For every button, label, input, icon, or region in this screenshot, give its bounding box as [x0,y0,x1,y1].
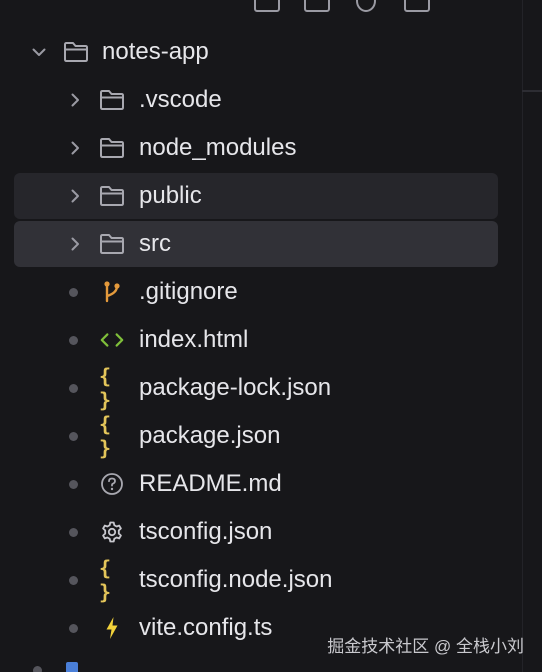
tree-folder-vscode[interactable]: .vscode [0,76,522,124]
tree-item-label: notes-app [102,38,209,65]
file-dot [69,431,78,441]
tree-item-label: .vscode [139,86,222,113]
tree-file-tsconfig-json[interactable]: tsconfig.json [0,508,522,556]
json-braces-icon: { } [99,364,113,412]
folder-open-icon [63,40,89,64]
toolbar-icon[interactable] [304,0,330,12]
file-dot [69,623,78,633]
tree-item-label: .gitignore [139,278,238,305]
tree-item-label: vite.config.ts [139,614,273,641]
tree-file-package-json[interactable]: { } package.json [0,412,522,460]
toolbar-icon[interactable] [404,0,430,12]
tree-item-label: public [139,182,202,209]
html-code-icon [99,328,125,352]
tree-folder-src[interactable]: src [0,220,522,268]
json-braces-icon: { } [99,412,113,460]
chevron-right-icon[interactable] [66,187,84,205]
watermark: 掘金技术社区 @ 全栈小刘 [327,637,524,656]
file-dot [69,287,78,297]
file-dot [33,666,42,672]
chevron-down-icon[interactable] [30,43,48,61]
folder-icon [99,184,125,208]
file-dot [69,383,78,393]
tree-item-label: node_modules [139,134,297,161]
tree-item-label: tsconfig.node.json [139,566,333,593]
tree-item-label: package.json [139,422,281,449]
chevron-right-icon[interactable] [66,91,84,109]
json-braces-icon: { } [99,556,113,604]
chevron-right-icon[interactable] [66,235,84,253]
tree-file-tsconfig-node-json[interactable]: { } tsconfig.node.json [0,556,522,604]
folder-icon [99,136,125,160]
top-toolbar-fragment [0,0,542,16]
tree-file-gitignore[interactable]: .gitignore [0,268,522,316]
tree-file-package-lock-json[interactable]: { } package-lock.json [0,364,522,412]
toolbar-icon[interactable] [356,0,376,12]
file-explorer-tree: notes-app .vscode node_modules public sr… [0,28,522,652]
tree-item-label: src [139,230,171,257]
toolbar-icon[interactable] [254,0,280,12]
folder-icon [99,88,125,112]
file-dot [69,479,78,489]
editor-divider [522,0,523,672]
file-dot [69,527,78,537]
folder-icon [99,232,125,256]
next-row-fragment [0,660,542,672]
tree-folder-public[interactable]: public [0,172,522,220]
tree-item-label: tsconfig.json [139,518,273,545]
markdown-file-icon [66,662,78,672]
question-circle-icon [99,472,125,496]
tree-item-label: README.md [139,470,282,497]
file-dot [69,575,78,585]
tree-file-readme[interactable]: README.md [0,460,522,508]
lightning-icon [99,616,125,640]
tree-item-label: index.html [139,326,249,353]
gear-icon [99,520,125,544]
tree-folder-node-modules[interactable]: node_modules [0,124,522,172]
git-branch-icon [99,280,125,304]
tree-root-folder[interactable]: notes-app [0,28,522,76]
file-dot [69,335,78,345]
editor-edge-mark [522,90,542,92]
tree-file-index-html[interactable]: index.html [0,316,522,364]
tree-item-label: package-lock.json [139,374,332,401]
chevron-right-icon[interactable] [66,139,84,157]
